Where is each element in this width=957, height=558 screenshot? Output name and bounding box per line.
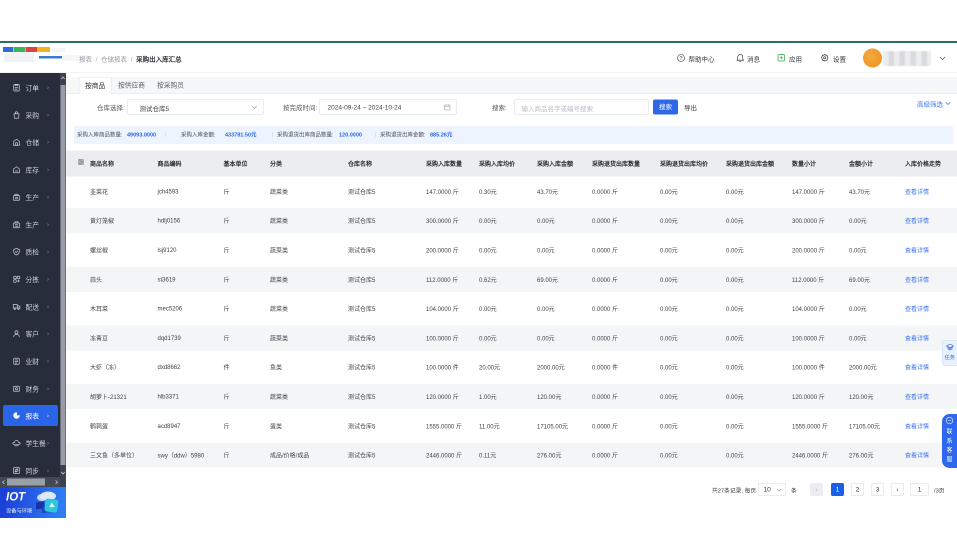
svg-text:?: ?	[680, 56, 683, 62]
